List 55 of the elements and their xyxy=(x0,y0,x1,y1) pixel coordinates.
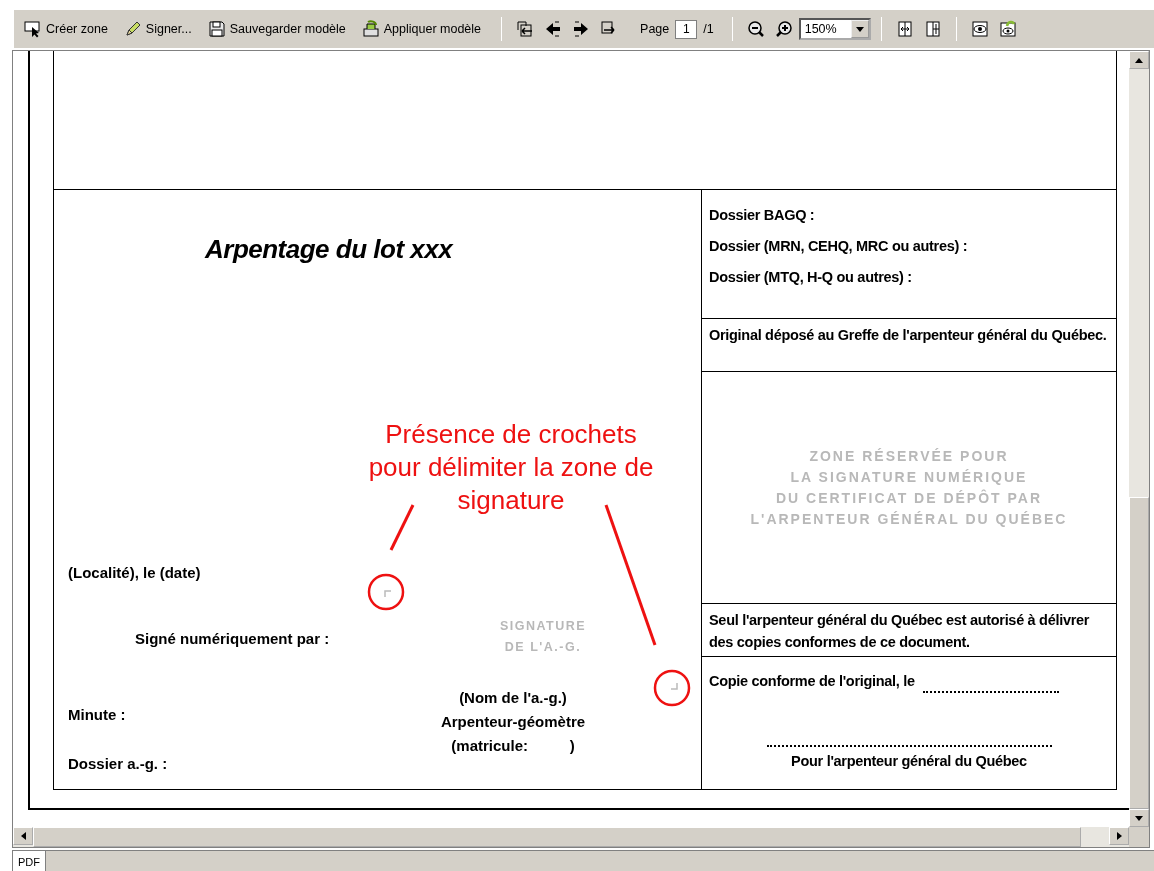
zoom-select[interactable]: 150% xyxy=(798,18,871,40)
signature-placeholder-text: SIGNATURE DE L'A.-G. xyxy=(498,618,588,656)
leader-line xyxy=(389,504,415,551)
eye-icon xyxy=(970,20,989,38)
vertical-scrollbar[interactable] xyxy=(1129,51,1149,827)
zoom-out-icon xyxy=(746,20,765,38)
surveyor-label: (matricule: ) xyxy=(450,736,576,756)
file-number-label: Dossier (MRN, CEHQ, MRC ou autres) : xyxy=(709,237,969,256)
file-number-label: Dossier BAGQ : xyxy=(709,206,816,225)
highlight-circle xyxy=(653,669,691,707)
copies-notice: Seul l'arpenteur général du Québec est autorisé à délivrer des copies conformes de ce document. xyxy=(709,611,1091,652)
signature-caption: Pour l'arpenteur général du Québec xyxy=(790,751,1028,771)
surveyor-label: (Nom de l'a.-g.) xyxy=(458,688,568,708)
scroll-left-button[interactable] xyxy=(13,827,33,845)
document-title: Arpentage du lot xxx xyxy=(205,233,455,266)
scroll-thumb[interactable] xyxy=(1129,497,1149,809)
cursor-icon xyxy=(24,20,42,38)
previous-page-icon xyxy=(544,20,563,38)
highlight-circle xyxy=(367,573,405,611)
down-arrow-icon xyxy=(1135,815,1143,821)
scroll-up-button[interactable] xyxy=(1129,51,1149,69)
apply-template-button[interactable]: Appliquer modèle xyxy=(357,17,486,41)
file-label: Dossier a.-g. : xyxy=(68,753,169,774)
document-eye-icon xyxy=(998,20,1017,38)
fit-page-icon xyxy=(923,20,942,38)
stamp-icon xyxy=(361,20,380,38)
zoom-in-icon xyxy=(774,20,793,38)
annotation-text: Présence de crochets pour délimiter la zone de signature xyxy=(367,418,655,517)
caret-icon xyxy=(855,26,864,32)
left-arrow-icon xyxy=(20,832,26,840)
signed-by-label: Signé numériquement par : xyxy=(135,629,331,649)
corner-bracket-icon xyxy=(670,682,678,690)
true-copy-label: Copie conforme de l'original, le xyxy=(709,672,915,691)
page-label: Page xyxy=(640,20,670,38)
up-arrow-icon xyxy=(1135,57,1143,63)
right-arrow-icon xyxy=(1116,832,1122,840)
file-number-label: Dossier (MTQ, H-Q ou autres) : xyxy=(709,268,913,287)
first-page-icon xyxy=(516,20,535,38)
surveyor-label: Arpenteur-géomètre xyxy=(439,712,587,732)
corner-bracket-icon xyxy=(384,590,392,598)
scroll-right-button[interactable] xyxy=(1109,827,1129,845)
floppy-icon xyxy=(207,20,226,38)
page-total: /1 xyxy=(703,20,714,38)
pencil-icon xyxy=(123,20,142,38)
sign-button[interactable]: Signer... xyxy=(119,17,196,41)
create-zone-button[interactable]: Créer zone xyxy=(20,17,112,41)
reserved-zone-text: ZONE RÉSERVÉE POUR LA SIGNATURE NUMÉRIQUE DU CERTIFICAT DE DÉPÔT PAR L'ARPENTEUR GÉNÉRAL DU QUÉBEC xyxy=(750,446,1068,529)
deposit-text: Original déposé au Greffe de l'arpenteur général du Québec. xyxy=(709,326,1108,345)
save-template-button[interactable]: Sauvegarder modèle xyxy=(203,17,350,41)
fit-width-icon xyxy=(895,20,914,38)
page-field[interactable]: 1 xyxy=(675,19,698,39)
document-tab[interactable]: PDF xyxy=(12,851,46,871)
place-date-label: (Localité), le (date) xyxy=(68,562,202,583)
minute-label: Minute : xyxy=(68,705,127,725)
scroll-down-button[interactable] xyxy=(1129,809,1149,827)
